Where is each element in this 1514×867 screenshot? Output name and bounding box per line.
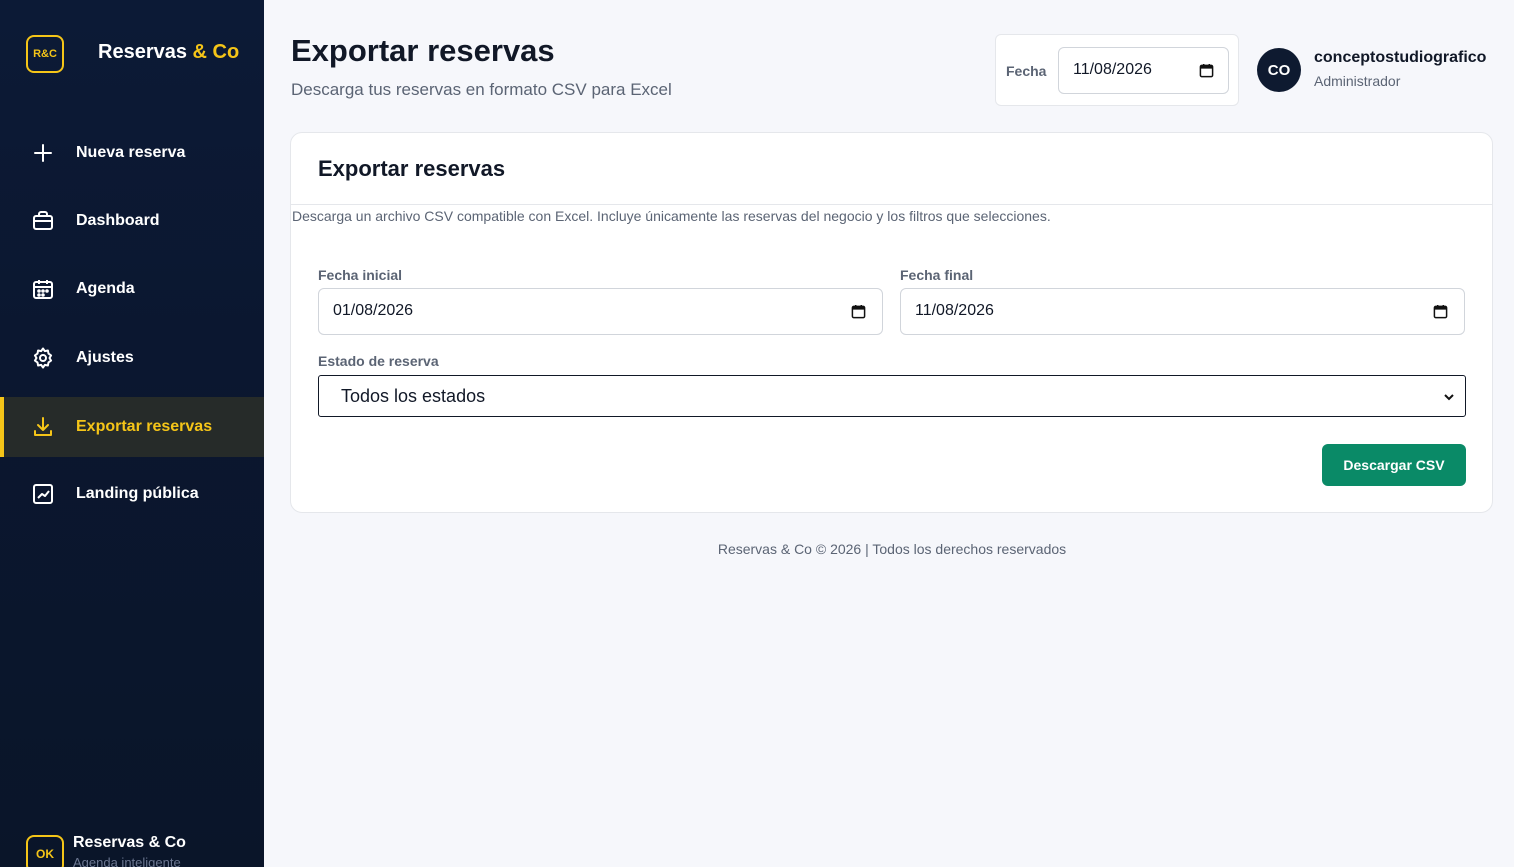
user-profile[interactable]: CO conceptostudiografico Administrador xyxy=(1257,48,1486,92)
calendar-icon[interactable] xyxy=(1199,63,1214,83)
calendar-icon[interactable] xyxy=(851,304,866,324)
header-date-filter: Fecha 11/08/2026 xyxy=(995,34,1239,106)
brand-name-main: Reservas xyxy=(98,41,187,63)
footer-brand-subtitle: Agenda inteligente xyxy=(73,855,181,867)
sidebar-item-label: Ajustes xyxy=(76,349,134,366)
status-label: Estado de reserva xyxy=(318,353,439,369)
sidebar-item-exportar-reservas[interactable]: Exportar reservas xyxy=(0,397,264,457)
brand-logo-badge: R&C xyxy=(26,35,64,73)
download-icon xyxy=(31,415,55,439)
sidebar-item-label: Nueva reserva xyxy=(76,144,186,161)
sidebar-item-label: Landing pública xyxy=(76,485,199,502)
header-date-value: 11/08/2026 xyxy=(1073,61,1152,78)
calendar-icon xyxy=(31,277,55,301)
end-date-label: Fecha final xyxy=(900,267,974,283)
sidebar-item-label: Dashboard xyxy=(76,212,160,229)
header-date-label: Fecha xyxy=(1006,63,1047,79)
status-select[interactable]: Todos los estados xyxy=(318,375,1466,417)
export-card: Exportar reservas Descarga un archivo CS… xyxy=(290,132,1493,513)
card-title: Exportar reservas xyxy=(318,156,506,181)
sidebar-item-nueva-reserva[interactable]: Nueva reserva xyxy=(0,123,264,183)
sidebar-item-dashboard[interactable]: Dashboard xyxy=(0,191,264,251)
card-divider xyxy=(291,204,1492,205)
brand[interactable]: R&C Reservas & Co xyxy=(26,35,239,73)
chevron-down-icon xyxy=(1443,390,1455,408)
avatar: CO xyxy=(1257,48,1301,92)
end-date-input[interactable]: 11/08/2026 xyxy=(900,288,1465,335)
sidebar-item-landing-publica[interactable]: Landing pública xyxy=(0,464,264,524)
start-date-label: Fecha inicial xyxy=(318,267,403,283)
sidebar-item-ajustes[interactable]: Ajustes xyxy=(0,328,264,388)
header-date-input[interactable]: 11/08/2026 xyxy=(1058,47,1229,94)
start-date-input[interactable]: 01/08/2026 xyxy=(318,288,883,335)
chart-icon xyxy=(31,482,55,506)
start-date-value: 01/08/2026 xyxy=(333,302,414,319)
status-select-value: Todos los estados xyxy=(341,386,486,406)
sidebar-item-label: Exportar reservas xyxy=(76,418,213,435)
sidebar: R&C Reservas & Co Nueva reserva Dashboar… xyxy=(0,0,264,867)
sidebar-footer-brand: OK Reservas & Co Agenda inteligente xyxy=(26,834,186,867)
page-title: Exportar reservas xyxy=(291,33,555,68)
card-description: Descarga un archivo CSV compatible con E… xyxy=(292,208,1051,224)
sidebar-item-label: Agenda xyxy=(76,280,135,297)
end-date-value: 11/08/2026 xyxy=(915,302,994,319)
footer-brand-title: Reservas & Co xyxy=(73,834,186,851)
user-role: Administrador xyxy=(1314,73,1401,89)
brand-name: Reservas & Co xyxy=(98,41,239,64)
user-name: conceptostudiografico xyxy=(1314,49,1487,66)
gear-icon xyxy=(31,346,55,370)
page-footer: Reservas & Co © 2026 | Todos los derecho… xyxy=(717,541,1067,557)
download-csv-button[interactable]: Descargar CSV xyxy=(1322,444,1466,486)
briefcase-icon xyxy=(31,209,55,233)
brand-name-accent: & Co xyxy=(192,41,240,63)
calendar-icon[interactable] xyxy=(1433,304,1448,324)
page-subtitle: Descarga tus reservas en formato CSV par… xyxy=(291,80,672,99)
plus-icon xyxy=(31,141,55,165)
footer-logo-badge: OK xyxy=(26,835,64,867)
sidebar-item-agenda[interactable]: Agenda xyxy=(0,259,264,319)
